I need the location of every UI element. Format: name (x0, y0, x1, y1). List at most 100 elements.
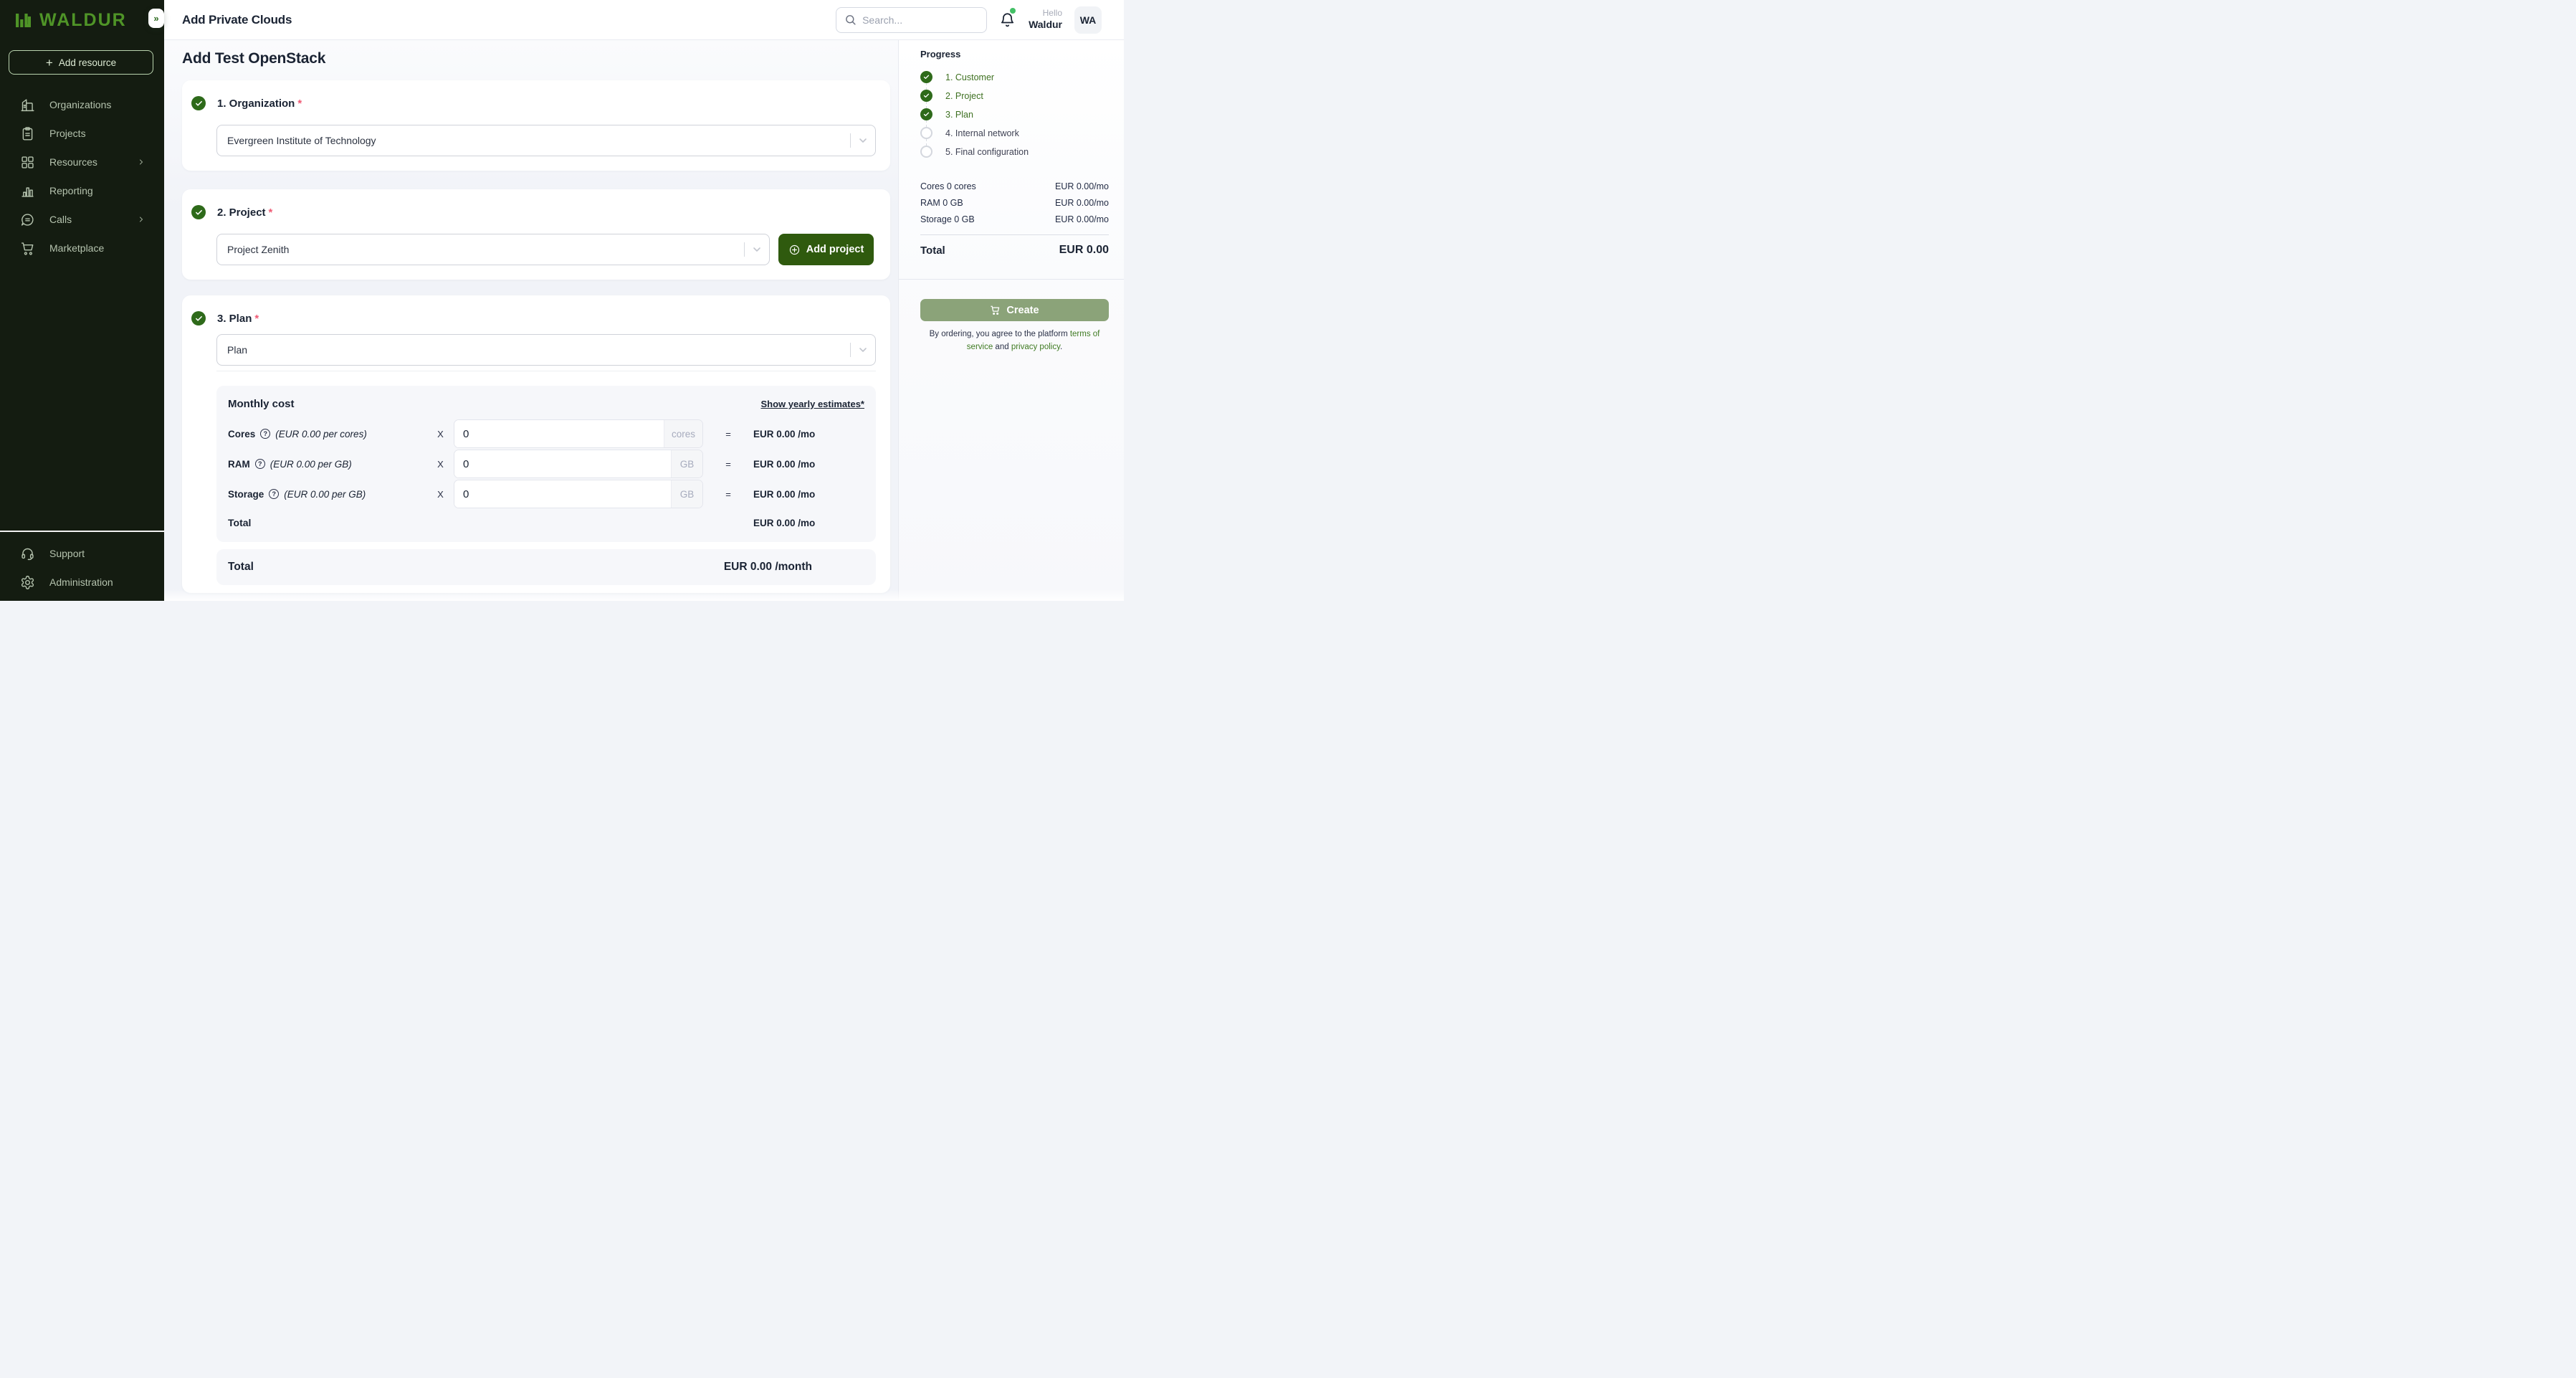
chevron-right-icon (137, 158, 146, 166)
greeting-username: Waldur (1029, 19, 1062, 32)
cost-summary: Cores 0 cores EUR 0.00/mo RAM 0 GB EUR 0… (920, 178, 1109, 257)
grand-total-panel: Total EUR 0.00 /month (216, 549, 876, 585)
monthly-total-value: EUR 0.00 /mo (753, 518, 864, 528)
double-chevron-icon: » (153, 13, 158, 24)
sidebar-item-calls[interactable]: Calls (0, 205, 164, 234)
chevron-down-icon (857, 344, 869, 356)
progress-step-final-configuration[interactable]: 5. Final configuration (920, 146, 1109, 158)
progress-step-plan[interactable]: 3. Plan (920, 108, 1109, 120)
check-circle-icon (191, 96, 206, 110)
progress-step-internal-network[interactable]: 4. Internal network (920, 127, 1109, 139)
logo-wordmark: WALDUR (39, 10, 127, 31)
sidebar-collapse-button[interactable]: » (148, 9, 164, 28)
content-row: Add Test OpenStack 1. Organization* Ever… (164, 40, 1124, 601)
cost-row-storage: Storage ? (EUR 0.00 per GB) X GB = EUR 0… (228, 479, 864, 509)
step-connector (926, 120, 927, 127)
avatar[interactable]: WA (1074, 6, 1102, 34)
project-select-value: Project Zenith (227, 244, 744, 255)
organization-select-value: Evergreen Institute of Technology (227, 135, 850, 146)
sidebar-item-support[interactable]: Support (0, 539, 164, 568)
search-box[interactable] (836, 7, 987, 33)
section-title: 2. Project* (217, 206, 272, 219)
sidebar-item-resources[interactable]: Resources (0, 148, 164, 176)
headset-icon (20, 546, 35, 561)
chevron-down-icon (751, 244, 763, 255)
step-connector (926, 83, 927, 90)
shell: Add Private Clouds Hello Waldur (164, 0, 1124, 601)
create-button[interactable]: Create (920, 299, 1109, 321)
add-resource-button[interactable]: + Add resource (9, 50, 153, 75)
step-connector (926, 102, 927, 108)
storage-input[interactable] (454, 480, 671, 508)
sidebar-item-reporting[interactable]: Reporting (0, 176, 164, 205)
multiply-sign: X (427, 489, 454, 500)
check-circle-icon (920, 71, 932, 83)
search-input[interactable] (862, 14, 979, 26)
logo[interactable]: WALDUR (0, 0, 164, 40)
required-asterisk: * (297, 98, 302, 110)
cost-row-ram: RAM ? (EUR 0.00 per GB) X GB = EUR 0.00 … (228, 449, 864, 479)
greeting-hello: Hello (1029, 8, 1062, 19)
bell-icon (999, 11, 1016, 28)
cost-row-label: Storage ? (EUR 0.00 per GB) (228, 489, 427, 500)
add-project-label: Add project (806, 244, 864, 255)
required-asterisk: * (269, 206, 273, 219)
summary-label: Cores 0 cores (920, 181, 976, 191)
project-select[interactable]: Project Zenith (216, 234, 770, 265)
equals-sign: = (703, 429, 753, 439)
sidebar-item-marketplace[interactable]: Marketplace (0, 234, 164, 262)
section-plan: 3. Plan* Plan Monthly cost Show yearly e… (182, 295, 890, 593)
cost-row-result: EUR 0.00 /mo (753, 429, 864, 439)
sidebar-item-label: Resources (49, 156, 123, 168)
progress-title: Progress (920, 49, 1109, 60)
summary-total-label: Total (920, 244, 945, 257)
privacy-policy-link[interactable]: privacy policy (1011, 343, 1060, 351)
price-note: (EUR 0.00 per GB) (284, 489, 366, 500)
sidebar-item-administration[interactable]: Administration (0, 568, 164, 597)
plan-select[interactable]: Plan (216, 334, 876, 366)
ram-input[interactable] (454, 450, 671, 477)
organization-select[interactable]: Evergreen Institute of Technology (216, 125, 876, 156)
plan-select-value: Plan (227, 344, 850, 356)
select-separator (850, 133, 851, 148)
show-yearly-estimates-link[interactable]: Show yearly estimates* (760, 399, 864, 409)
chat-bubble-icon (20, 212, 35, 227)
sidebar-item-organizations[interactable]: Organizations (0, 90, 164, 119)
summary-row-ram: RAM 0 GB EUR 0.00/mo (920, 194, 1109, 211)
plus-circle-icon (788, 244, 801, 256)
empty-circle-icon (920, 127, 932, 139)
chevron-down-icon (857, 135, 869, 146)
cost-row-label: Cores ? (EUR 0.00 per cores) (228, 429, 427, 439)
cost-row-result: EUR 0.00 /mo (753, 459, 864, 470)
grand-total-value: EUR 0.00 /month (724, 561, 812, 574)
notifications-button[interactable] (999, 11, 1016, 29)
monthly-cost-title: Monthly cost (228, 398, 295, 410)
check-circle-icon (920, 108, 932, 120)
help-icon[interactable]: ? (260, 429, 270, 439)
plus-icon: + (46, 57, 53, 69)
summary-row-storage: Storage 0 GB EUR 0.00/mo (920, 211, 1109, 227)
section-title: 3. Plan* (217, 313, 259, 325)
header-actions: Hello Waldur WA (836, 6, 1102, 34)
user-greeting: Hello Waldur (1029, 8, 1062, 32)
progress-step-project[interactable]: 2. Project (920, 90, 1109, 102)
add-project-button[interactable]: Add project (778, 234, 874, 265)
building-icon (20, 98, 35, 113)
cost-row-cores: Cores ? (EUR 0.00 per cores) X cores = E… (228, 419, 864, 449)
sidebar: WALDUR + Add resource Organizations (0, 0, 164, 601)
progress-step-customer[interactable]: 1. Customer (920, 71, 1109, 83)
divider (920, 234, 1109, 235)
sidebar-item-projects[interactable]: Projects (0, 119, 164, 148)
order-summary-rail: Progress 1. Customer 2. Project (898, 40, 1124, 601)
storage-input-group: GB (454, 480, 703, 508)
cores-input[interactable] (454, 420, 664, 447)
top-header: Add Private Clouds Hello Waldur (164, 0, 1124, 40)
cores-input-group: cores (454, 419, 703, 448)
help-icon[interactable]: ? (269, 489, 279, 499)
equals-sign: = (703, 459, 753, 470)
progress-step-label: 1. Customer (945, 72, 994, 82)
help-icon[interactable]: ? (255, 459, 265, 469)
progress-step-label: 2. Project (945, 91, 983, 101)
page-title: Add Private Clouds (182, 13, 292, 27)
cost-row-label: RAM ? (EUR 0.00 per GB) (228, 459, 427, 470)
